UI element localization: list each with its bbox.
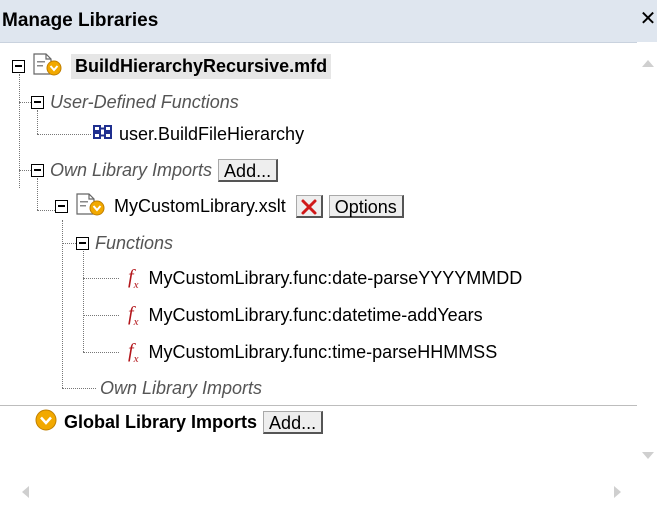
collapse-toggle-icon[interactable]: [31, 95, 44, 109]
vertical-scrollbar[interactable]: [637, 42, 657, 477]
tree-line: [62, 220, 63, 388]
scroll-down-icon[interactable]: [642, 452, 654, 459]
tree-node-root[interactable]: BuildHierarchyRecursive.mfd: [12, 52, 332, 81]
tree-line: [37, 210, 55, 211]
delete-library-button[interactable]: [295, 194, 323, 218]
function-icon: fx: [128, 265, 139, 291]
function-item-label: MyCustomLibrary.func:date-parseYYYYMMDD: [148, 267, 523, 288]
tree-line: [83, 315, 119, 316]
global-library-icon: [34, 408, 58, 437]
close-icon[interactable]: ✕: [639, 8, 657, 30]
function-item-label: MyCustomLibrary.func:time-parseHHMMSS: [148, 341, 498, 362]
panel-titlebar: Manage Libraries ✕: [0, 0, 657, 43]
horizontal-scrollbar[interactable]: [0, 477, 657, 508]
function-item-label: MyCustomLibrary.func:datetime-addYears: [148, 304, 483, 325]
tree-line: [62, 243, 76, 244]
tree-node-library[interactable]: MyCustomLibrary.xslt Options: [55, 192, 404, 220]
tree-node-function-item[interactable]: fx MyCustomLibrary.func:date-parseYYYYMM…: [128, 264, 522, 292]
tree-node-own-imports-nested[interactable]: Own Library Imports: [100, 374, 262, 402]
function-icon: fx: [128, 339, 139, 365]
library-tree: BuildHierarchyRecursive.mfd User-Defined…: [0, 42, 637, 477]
user-function-icon: [93, 124, 113, 145]
library-options-button[interactable]: Options: [328, 194, 404, 218]
tree-node-functions-group-label: Functions: [95, 232, 174, 253]
tree-node-global-imports[interactable]: Global Library Imports Add...: [34, 408, 324, 437]
tree-line: [19, 170, 31, 171]
tree-node-own-imports-nested-label: Own Library Imports: [100, 377, 263, 398]
tree-line: [19, 102, 31, 103]
tree-node-udf-item[interactable]: user.BuildFileHierarchy: [93, 120, 304, 148]
tree-node-udf-group[interactable]: User-Defined Functions: [31, 88, 239, 116]
tree-line: [62, 388, 96, 389]
xslt-file-icon: [74, 192, 108, 221]
tree-node-own-imports[interactable]: Own Library Imports Add...: [31, 156, 279, 184]
tree-node-functions-group[interactable]: Functions: [76, 229, 173, 257]
tree-line: [83, 251, 84, 352]
add-global-import-button[interactable]: Add...: [263, 410, 324, 434]
tree-node-function-item[interactable]: fx MyCustomLibrary.func:datetime-addYear…: [128, 301, 483, 329]
tree-line: [83, 278, 119, 279]
delete-x-icon: [301, 199, 317, 214]
tree-node-root-label: BuildHierarchyRecursive.mfd: [71, 53, 332, 79]
scroll-right-icon[interactable]: [614, 486, 621, 498]
collapse-toggle-icon[interactable]: [55, 199, 68, 213]
collapse-toggle-icon[interactable]: [31, 163, 44, 177]
panel-title: Manage Libraries: [2, 10, 159, 31]
tree-node-library-label: MyCustomLibrary.xslt: [114, 195, 286, 216]
function-icon: fx: [128, 302, 139, 328]
scroll-up-icon[interactable]: [642, 60, 654, 67]
tree-line: [83, 352, 119, 353]
collapse-toggle-icon[interactable]: [12, 59, 25, 73]
mapping-file-icon: [31, 52, 65, 81]
tree-node-udf-item-label: user.BuildFileHierarchy: [119, 123, 305, 144]
scroll-left-icon[interactable]: [22, 486, 29, 498]
collapse-toggle-icon[interactable]: [76, 236, 89, 250]
tree-line: [37, 134, 91, 135]
tree-node-own-imports-label: Own Library Imports: [50, 159, 213, 180]
tree-node-function-item[interactable]: fx MyCustomLibrary.func:time-parseHHMMSS: [128, 338, 497, 366]
add-own-import-button[interactable]: Add...: [218, 158, 279, 182]
tree-node-global-imports-label: Global Library Imports: [64, 411, 258, 432]
tree-node-udf-group-label: User-Defined Functions: [50, 91, 239, 112]
manage-libraries-panel: Manage Libraries ✕ BuildHierarchyRecursi…: [0, 0, 657, 508]
section-divider: [0, 405, 637, 406]
